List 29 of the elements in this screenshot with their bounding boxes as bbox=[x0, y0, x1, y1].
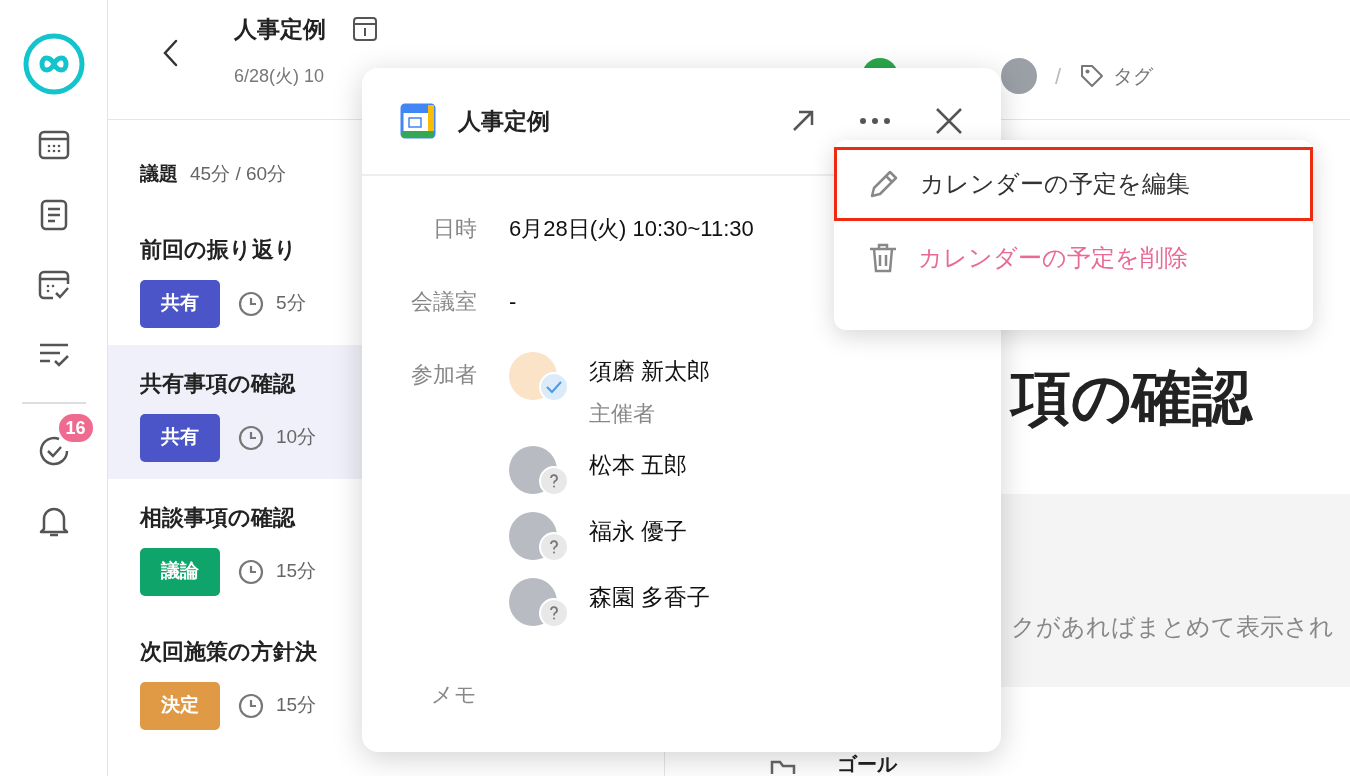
event-title: 人事定例 bbox=[458, 106, 550, 136]
empty-note: クがあればまとめて表示され bbox=[1011, 612, 1334, 642]
duration: 15分 bbox=[276, 559, 317, 584]
duration: 5分 bbox=[276, 291, 306, 316]
field-label: 参加者 bbox=[410, 361, 477, 389]
category-tag: 共有 bbox=[140, 413, 220, 462]
attendee-name: 福永 優子 bbox=[589, 516, 688, 546]
time-summary: 45分 / 60分 bbox=[190, 162, 287, 186]
meeting-date: 6/28(火) 10 bbox=[234, 64, 326, 88]
agenda-heading: 議題 bbox=[140, 162, 178, 186]
duration: 15分 bbox=[276, 693, 317, 718]
field-label: メモ bbox=[430, 680, 477, 709]
attendee-name: 松本 五郎 bbox=[589, 450, 688, 480]
attendee-name: 須磨 新太郎 bbox=[589, 357, 711, 386]
attendee-name: 森園 多香子 bbox=[589, 582, 711, 612]
category-tag: 議論 bbox=[140, 547, 220, 596]
duration: 10分 bbox=[276, 425, 317, 450]
topic-heading: 項の確認 bbox=[1011, 368, 1252, 428]
field-label: 日時 bbox=[432, 215, 477, 243]
field-label: 会議室 bbox=[410, 288, 477, 316]
section-heading: ゴール bbox=[837, 754, 897, 774]
separator: / bbox=[1055, 62, 1062, 91]
count-badge: 16 bbox=[56, 412, 95, 444]
category-tag: 決定 bbox=[140, 681, 220, 730]
meeting-title: 人事定例 bbox=[234, 15, 326, 44]
attendee-role: 主催者 bbox=[589, 399, 656, 428]
category-tag: 共有 bbox=[140, 279, 220, 328]
field-value: - bbox=[509, 289, 517, 314]
field-value: 6月28日(火) 10:30~11:30 bbox=[509, 216, 754, 241]
